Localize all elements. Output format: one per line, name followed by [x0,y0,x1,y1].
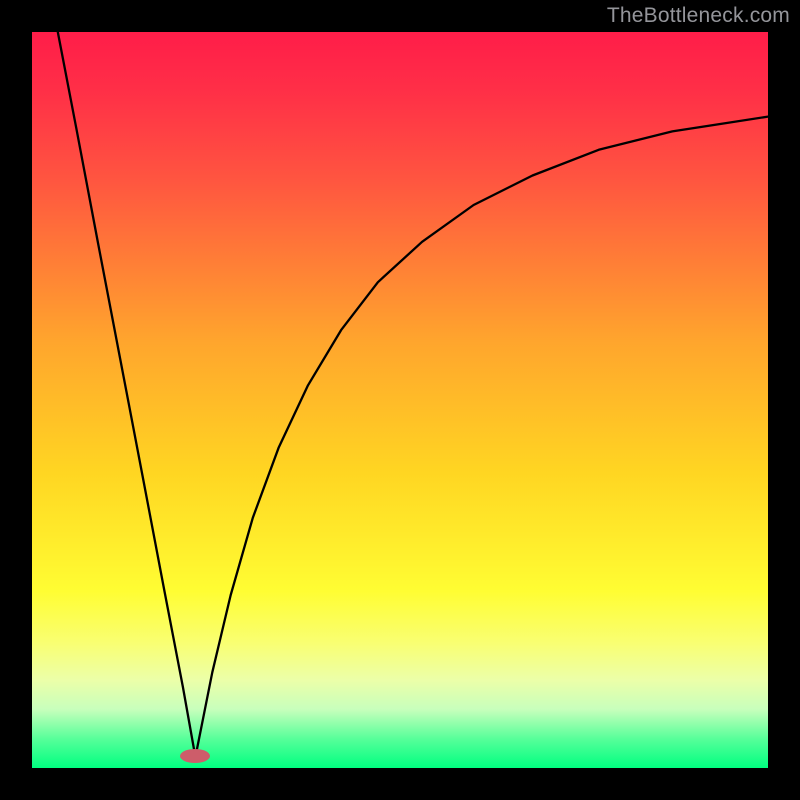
chart-frame: TheBottleneck.com [0,0,800,800]
heat-gradient-background [32,32,768,768]
minimum-marker [180,749,210,763]
watermark-text: TheBottleneck.com [607,4,790,28]
plot-area [32,32,768,768]
